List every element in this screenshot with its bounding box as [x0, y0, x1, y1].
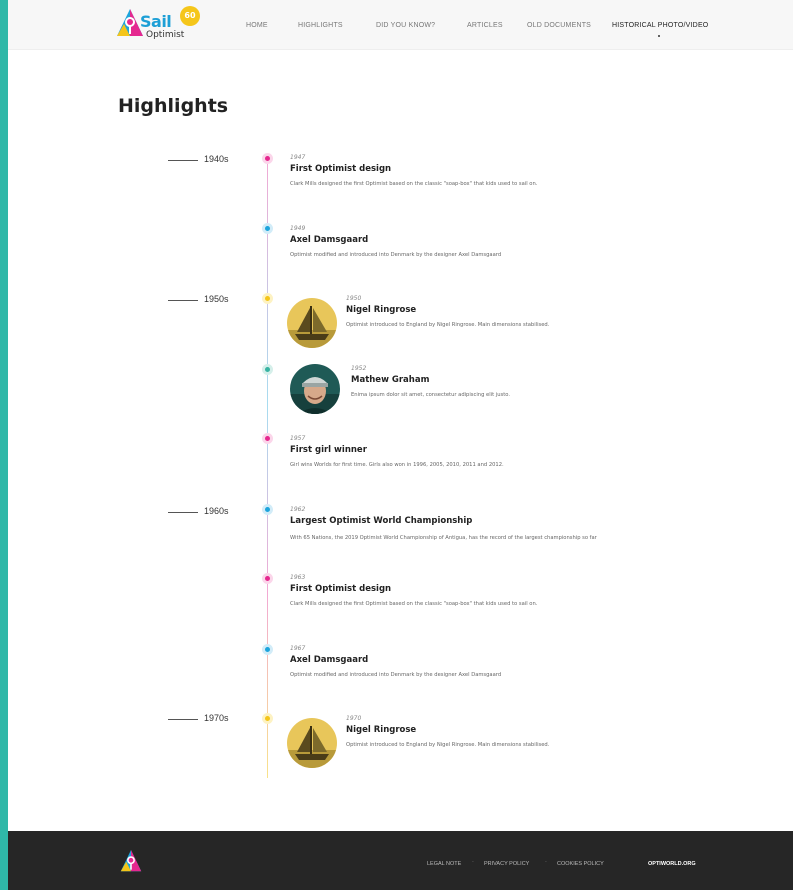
footer: LEGAL NOTE · PRIVACY POLICY · COOKIES PO…: [8, 831, 793, 890]
entry-description: Optimist introduced to England by Nigel …: [346, 322, 550, 328]
entry-description: Girl wins Worlds for first time. Girls a…: [290, 462, 504, 468]
timeline-entry[interactable]: 1967 Axel Damsgaard Optimist modified an…: [290, 645, 630, 681]
entry-title: First Optimist design: [290, 164, 392, 174]
page-frame: Sail Optimist 60 HOME HIGHLIGHTS DID YOU…: [8, 0, 793, 890]
entry-title: First girl winner: [290, 445, 367, 455]
footer-site-link[interactable]: OPTIWORLD.ORG: [648, 861, 696, 867]
entry-year: 1962: [290, 506, 306, 513]
timeline-entry[interactable]: 1952 Mathew Graham Enima ipsum dolor sit…: [351, 365, 651, 401]
timeline-dot: [262, 644, 273, 655]
footer-logo-icon[interactable]: [120, 849, 142, 873]
entry-year: 1970: [346, 715, 362, 722]
decade-label: 1970s: [204, 713, 229, 723]
entry-title: Largest Optimist World Championship: [290, 516, 473, 526]
entry-year: 1967: [290, 645, 306, 652]
decade-dash: [168, 719, 198, 720]
footer-cookies-policy-link[interactable]: COOKIES POLICY: [557, 861, 604, 867]
decade-label: 1960s: [204, 506, 229, 516]
entry-title: Nigel Ringrose: [346, 725, 417, 735]
timeline-dot: [262, 573, 273, 584]
entry-description: Clark Mills designed the first Optimist …: [290, 181, 538, 187]
entry-title: Axel Damsgaard: [290, 235, 369, 245]
timeline-dot: [262, 364, 273, 375]
timeline-entry[interactable]: 1949 Axel Damsgaard Optimist modified an…: [290, 225, 630, 261]
decade-marker: 1970s: [168, 713, 240, 725]
entry-title: Mathew Graham: [351, 375, 430, 385]
decade-dash: [168, 160, 198, 161]
entry-year: 1963: [290, 574, 306, 581]
entry-description: Clark Mills designed the first Optimist …: [290, 601, 538, 607]
decade-label: 1940s: [204, 154, 229, 164]
timeline-dot: [262, 504, 273, 515]
timeline-dot: [262, 293, 273, 304]
entry-year: 1957: [290, 435, 306, 442]
sailboat-photo: [287, 718, 337, 768]
entry-year: 1949: [290, 225, 306, 232]
footer-separator: ·: [545, 859, 547, 866]
timeline-dot: [262, 433, 273, 444]
timeline-line: [267, 158, 268, 778]
footer-separator: ·: [472, 859, 474, 866]
entry-title: Axel Damsgaard: [290, 655, 369, 665]
entry-description: Enima ipsum dolor sit amet, consectetur …: [351, 392, 510, 398]
decade-marker: 1950s: [168, 294, 240, 306]
timeline-entry[interactable]: 1947 First Optimist design Clark Mills d…: [290, 154, 630, 190]
decade-dash: [168, 300, 198, 301]
timeline-entry[interactable]: 1963 First Optimist design Clark Mills d…: [290, 574, 630, 610]
timeline-entry[interactable]: 1962 Largest Optimist World Championship…: [290, 506, 620, 546]
footer-privacy-policy-link[interactable]: PRIVACY POLICY: [484, 861, 529, 867]
timeline-entry[interactable]: 1950 Nigel Ringrose Optimist introduced …: [346, 295, 646, 331]
decade-marker: 1960s: [168, 506, 240, 518]
portrait-photo: [290, 364, 340, 414]
entry-title: Nigel Ringrose: [346, 305, 417, 315]
entry-title: First Optimist design: [290, 584, 392, 594]
footer-legal-note-link[interactable]: LEGAL NOTE: [427, 861, 461, 867]
timeline: 1940s 1950s 1960s 1970s 1947 First Optim…: [8, 0, 793, 800]
entry-year: 1950: [346, 295, 362, 302]
entry-description: With 65 Nations, the 2019 Optimist World…: [290, 535, 597, 541]
entry-year: 1947: [290, 154, 306, 161]
timeline-entry[interactable]: 1957 First girl winner Girl wins Worlds …: [290, 435, 630, 471]
entry-description: Optimist modified and introduced into De…: [290, 252, 502, 258]
decade-dash: [168, 512, 198, 513]
decade-marker: 1940s: [168, 154, 240, 166]
timeline-entry[interactable]: 1970 Nigel Ringrose Optimist introduced …: [346, 715, 646, 751]
entry-description: Optimist modified and introduced into De…: [290, 672, 502, 678]
sailboat-photo: [287, 298, 337, 348]
decade-label: 1950s: [204, 294, 229, 304]
timeline-dot: [262, 153, 273, 164]
timeline-dot: [262, 223, 273, 234]
entry-description: Optimist introduced to England by Nigel …: [346, 742, 550, 748]
timeline-dot: [262, 713, 273, 724]
entry-year: 1952: [351, 365, 367, 372]
